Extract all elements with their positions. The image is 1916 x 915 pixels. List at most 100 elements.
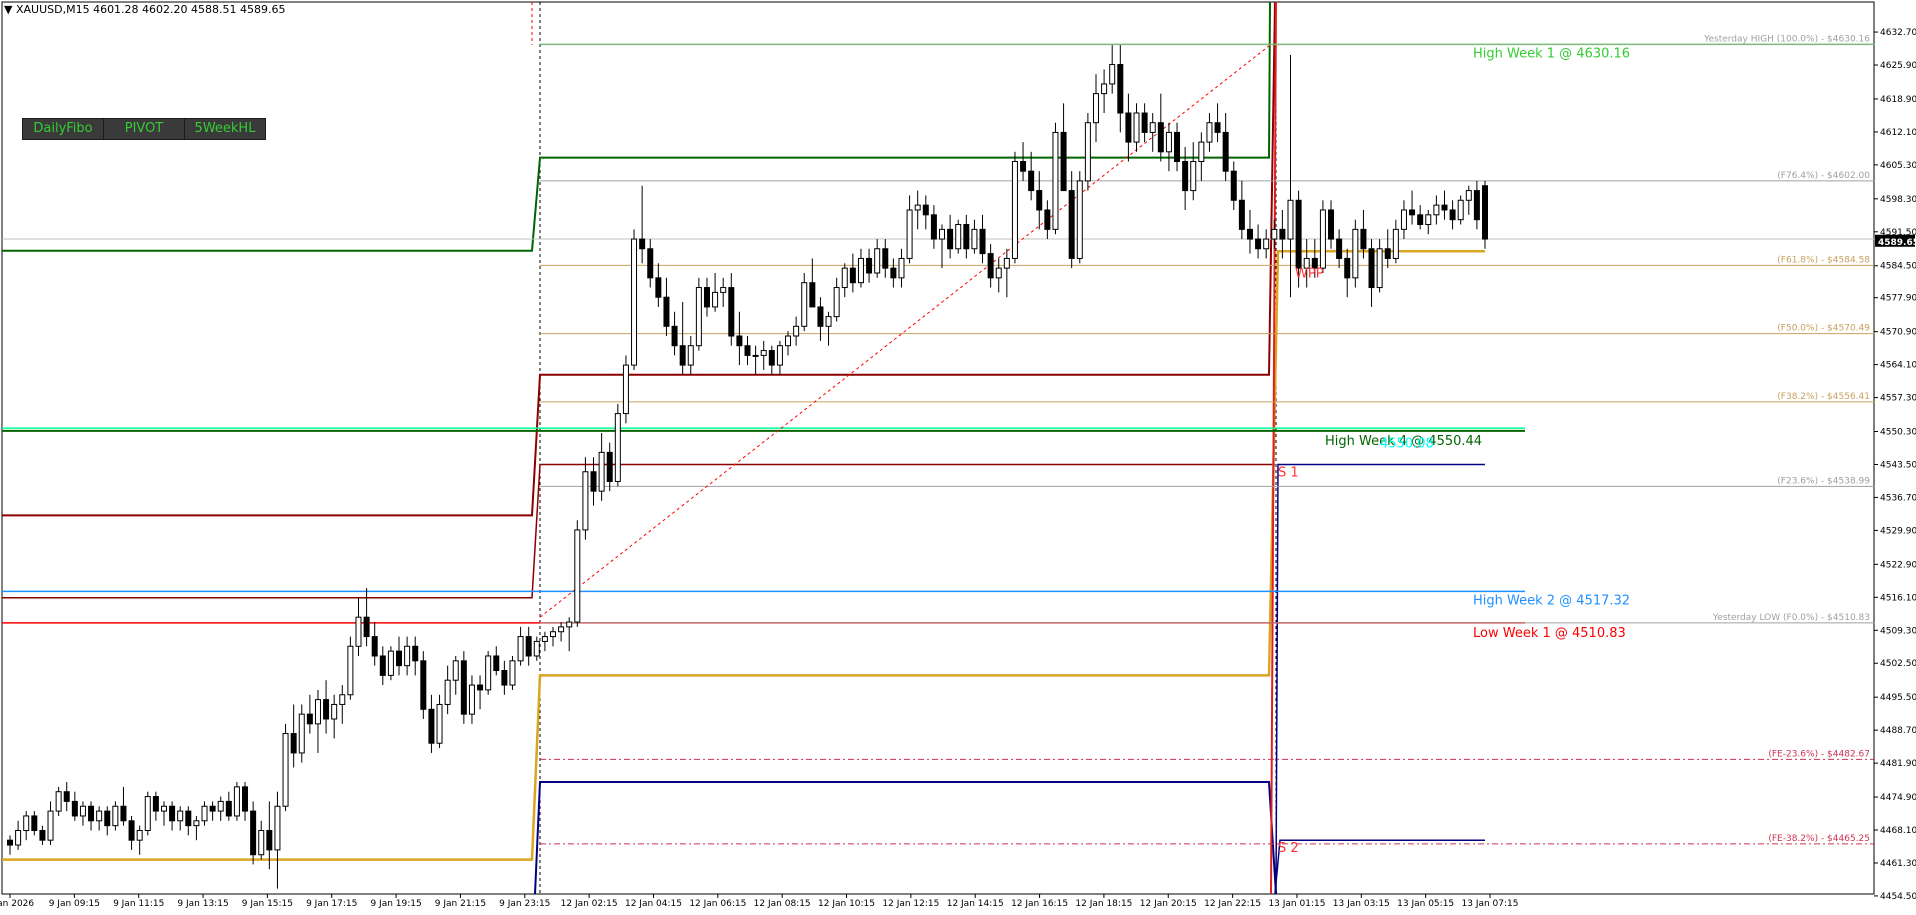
candle-body bbox=[177, 810, 184, 822]
candle-body bbox=[355, 616, 362, 647]
candle-body bbox=[501, 670, 508, 686]
candle-body bbox=[695, 287, 702, 347]
candle-body bbox=[1328, 209, 1335, 240]
x-tick-label: 9 Jan 23:15 bbox=[499, 899, 550, 909]
candle-body bbox=[104, 810, 111, 827]
candle-body bbox=[1295, 199, 1302, 269]
candle-body bbox=[857, 257, 864, 284]
candle-body bbox=[1246, 228, 1253, 240]
candle-body bbox=[1157, 122, 1164, 153]
candle-body bbox=[987, 253, 994, 279]
pivot-label: S 1 bbox=[1278, 465, 1299, 480]
candle-body bbox=[404, 645, 411, 667]
candle-body bbox=[549, 631, 556, 638]
x-tick-label: 9 Jan 21:15 bbox=[435, 899, 486, 909]
x-tick-label: 9 Jan 09:15 bbox=[49, 899, 100, 909]
y-tick-label: 4584.50 bbox=[1880, 262, 1916, 272]
candle-body bbox=[533, 640, 540, 657]
candle-body bbox=[387, 650, 394, 676]
y-tick-label: 4543.50 bbox=[1880, 460, 1916, 470]
candle-body bbox=[566, 621, 573, 628]
candle-body bbox=[785, 335, 792, 347]
candle-body bbox=[712, 291, 719, 308]
candle-body bbox=[1190, 160, 1197, 192]
y-tick-label: 4612.10 bbox=[1880, 128, 1916, 138]
candle-body bbox=[898, 257, 905, 279]
y-tick-label: 4474.90 bbox=[1880, 793, 1916, 803]
candle-body bbox=[1400, 209, 1407, 230]
week-level-label: High Week 2 @ 4517.32 bbox=[1473, 593, 1630, 608]
candle-body bbox=[23, 815, 30, 831]
candle-body bbox=[663, 296, 670, 327]
candle-body bbox=[914, 204, 921, 211]
candle-body bbox=[1271, 228, 1278, 240]
candle-body bbox=[420, 660, 427, 710]
candle-body bbox=[1092, 93, 1099, 124]
candle-body bbox=[1392, 228, 1399, 259]
candle-body bbox=[47, 810, 54, 841]
candle-body bbox=[396, 650, 403, 667]
step-line bbox=[2, 1, 1276, 517]
candle-body bbox=[1036, 190, 1043, 211]
candle-body bbox=[1044, 209, 1051, 230]
candle-body bbox=[1222, 131, 1229, 172]
candle-body bbox=[250, 810, 257, 856]
candle-body bbox=[955, 224, 962, 250]
candle-body bbox=[833, 287, 840, 318]
candle-body bbox=[39, 829, 46, 841]
week-level-label: Low Week 1 @ 4510.83 bbox=[1473, 626, 1626, 641]
candle-body bbox=[1449, 209, 1456, 221]
candle-body bbox=[209, 805, 216, 812]
candle-body bbox=[1174, 131, 1181, 162]
candle-body bbox=[817, 306, 824, 327]
y-tick-label: 4598.30 bbox=[1880, 195, 1916, 205]
candle-body bbox=[193, 820, 200, 827]
candle-body bbox=[752, 354, 759, 357]
price-chart[interactable]: Yesterday HIGH (100.0%) - $4630.16 (F76.4… bbox=[0, 0, 1916, 915]
candle-body bbox=[88, 805, 95, 822]
candle-body bbox=[79, 805, 86, 817]
x-tick-label: 12 Jan 18:15 bbox=[1075, 899, 1132, 909]
candle-body bbox=[1060, 131, 1067, 192]
candle-body bbox=[1101, 83, 1108, 95]
candle-body bbox=[428, 708, 435, 744]
y-tick-label: 4495.50 bbox=[1880, 693, 1916, 703]
candle-body bbox=[71, 800, 78, 817]
candle-body bbox=[558, 626, 565, 633]
candle-body bbox=[347, 645, 354, 696]
candle-body bbox=[1360, 228, 1367, 250]
x-tick-label: 12 Jan 06:15 bbox=[689, 899, 746, 909]
candle-body bbox=[1433, 204, 1440, 216]
y-tick-label: 4516.10 bbox=[1880, 593, 1916, 603]
candle-body bbox=[477, 684, 484, 691]
candle-body bbox=[1425, 214, 1432, 226]
week-level-label: High Week 1 @ 4630.16 bbox=[1473, 46, 1630, 61]
candle-body bbox=[371, 636, 378, 657]
candle-body bbox=[939, 228, 946, 240]
candle-body bbox=[112, 805, 119, 827]
candle-body bbox=[574, 529, 581, 623]
candle-body bbox=[1352, 228, 1359, 279]
x-tick-label: 12 Jan 16:15 bbox=[1011, 899, 1068, 909]
candle-body bbox=[1011, 160, 1018, 259]
x-tick-label: 13 Jan 07:15 bbox=[1462, 899, 1519, 909]
y-tick-label: 4570.90 bbox=[1880, 328, 1916, 338]
candle-body bbox=[412, 645, 419, 662]
candle-body bbox=[144, 796, 151, 831]
x-tick-label: 13 Jan 01:15 bbox=[1268, 899, 1325, 909]
y-tick-label: 4522.90 bbox=[1880, 560, 1916, 570]
candle-body bbox=[622, 364, 629, 415]
candle-body bbox=[963, 224, 970, 250]
y-tick-label: 4502.50 bbox=[1880, 659, 1916, 669]
fib-level-label: (FE-23.6%) - $4482.67 bbox=[1768, 749, 1870, 759]
candle-body bbox=[363, 616, 370, 638]
y-tick-label: 4488.70 bbox=[1880, 726, 1916, 736]
candle-body bbox=[1368, 248, 1375, 289]
candle-body bbox=[971, 228, 978, 250]
fib-level-label: (FE-38.2%) - $4465.25 bbox=[1768, 834, 1870, 844]
candle-body bbox=[1263, 238, 1270, 250]
y-tick-label: 4577.90 bbox=[1880, 294, 1916, 304]
week-level-label: 4550.08 bbox=[1380, 437, 1434, 452]
candle-body bbox=[339, 694, 346, 705]
candle-body bbox=[995, 267, 1002, 279]
